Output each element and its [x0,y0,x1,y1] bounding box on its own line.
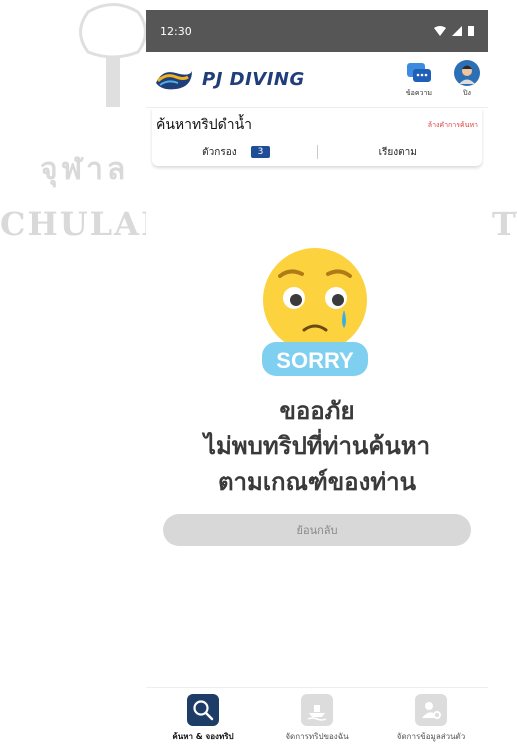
signal-icon [452,26,462,36]
chat-icon [406,63,431,82]
nav-profile[interactable]: จัดการข้อมูลส่วนตัว [381,694,481,743]
profile-button[interactable]: ปิง [454,60,480,99]
wave-logo-icon [156,70,192,89]
sort-button[interactable]: เรียงตาม [318,145,479,160]
nav-search-book[interactable]: ค้นหา & จองทริป [153,694,253,743]
messages-button[interactable]: ข้อความ [406,62,432,99]
status-time: 12:30 [160,24,192,38]
nav-my-trips[interactable]: จัดการทริปของฉัน [267,694,367,743]
search-icon [187,694,219,726]
nav-label-search: ค้นหา & จองทริป [172,732,234,741]
apology-line: ขออภัย [279,397,355,425]
empty-message: ขออภัย ไม่พบทริปที่ท่านค้นหา ตามเกณฑ์ของ… [146,394,488,500]
filter-sort-row: ตัวกรอง 3 เรียงตาม [156,142,478,162]
battery-icon [468,26,474,36]
boat-icon [301,694,333,726]
filter-count-badge: 3 [250,146,271,158]
sort-label: เรียงตาม [378,146,417,158]
sorry-emoji-icon: SORRY [262,248,368,376]
not-found-line: ไม่พบทริปที่ท่านค้นหา [203,432,431,460]
university-seal-icon [79,3,147,107]
nav-label-trips: จัดการทริปของฉัน [285,732,349,741]
app-header: PJ DIVING ข้อความ ปิง [146,52,488,108]
user-settings-icon [415,694,447,726]
phone-screen: 12:30 PJ DIVING ข้อความ ปิง ค้นหาทริปดำน… [146,10,488,749]
bottom-nav: ค้นหา & จองทริป จัดการทริปของฉัน จัดการข… [146,687,488,749]
sorry-text: SORRY [276,348,354,373]
status-icons [434,26,474,36]
criteria-line: ตามเกณฑ์ของท่าน [217,468,417,496]
header-actions: ข้อความ ปิง [406,60,480,99]
back-button[interactable]: ย้อนกลับ [163,514,471,546]
app-logo: PJ DIVING [154,69,305,91]
nav-label-profile: จัดการข้อมูลส่วนตัว [396,732,466,741]
watermark-eng-right: TY [492,205,517,243]
watermark-eng-left: CHULAL [0,205,166,243]
profile-label: ปิง [463,89,471,97]
app-name: PJ DIVING [202,69,305,90]
search-panel: ค้นหาทริปดำน้ำ ล้างคำการค้นหา ตัวกรอง 3 … [152,108,482,166]
filter-label: ตัวกรอง [202,146,237,158]
messages-label: ข้อความ [405,89,432,97]
watermark-thai: จุฬาล [40,152,130,187]
clear-search-link[interactable]: ล้างคำการค้นหา [428,120,478,131]
search-title: ค้นหาทริปดำน้ำ [156,117,253,133]
filter-button[interactable]: ตัวกรอง 3 [156,145,317,160]
wifi-icon [434,26,446,36]
avatar [454,60,480,86]
status-bar: 12:30 [146,10,488,52]
